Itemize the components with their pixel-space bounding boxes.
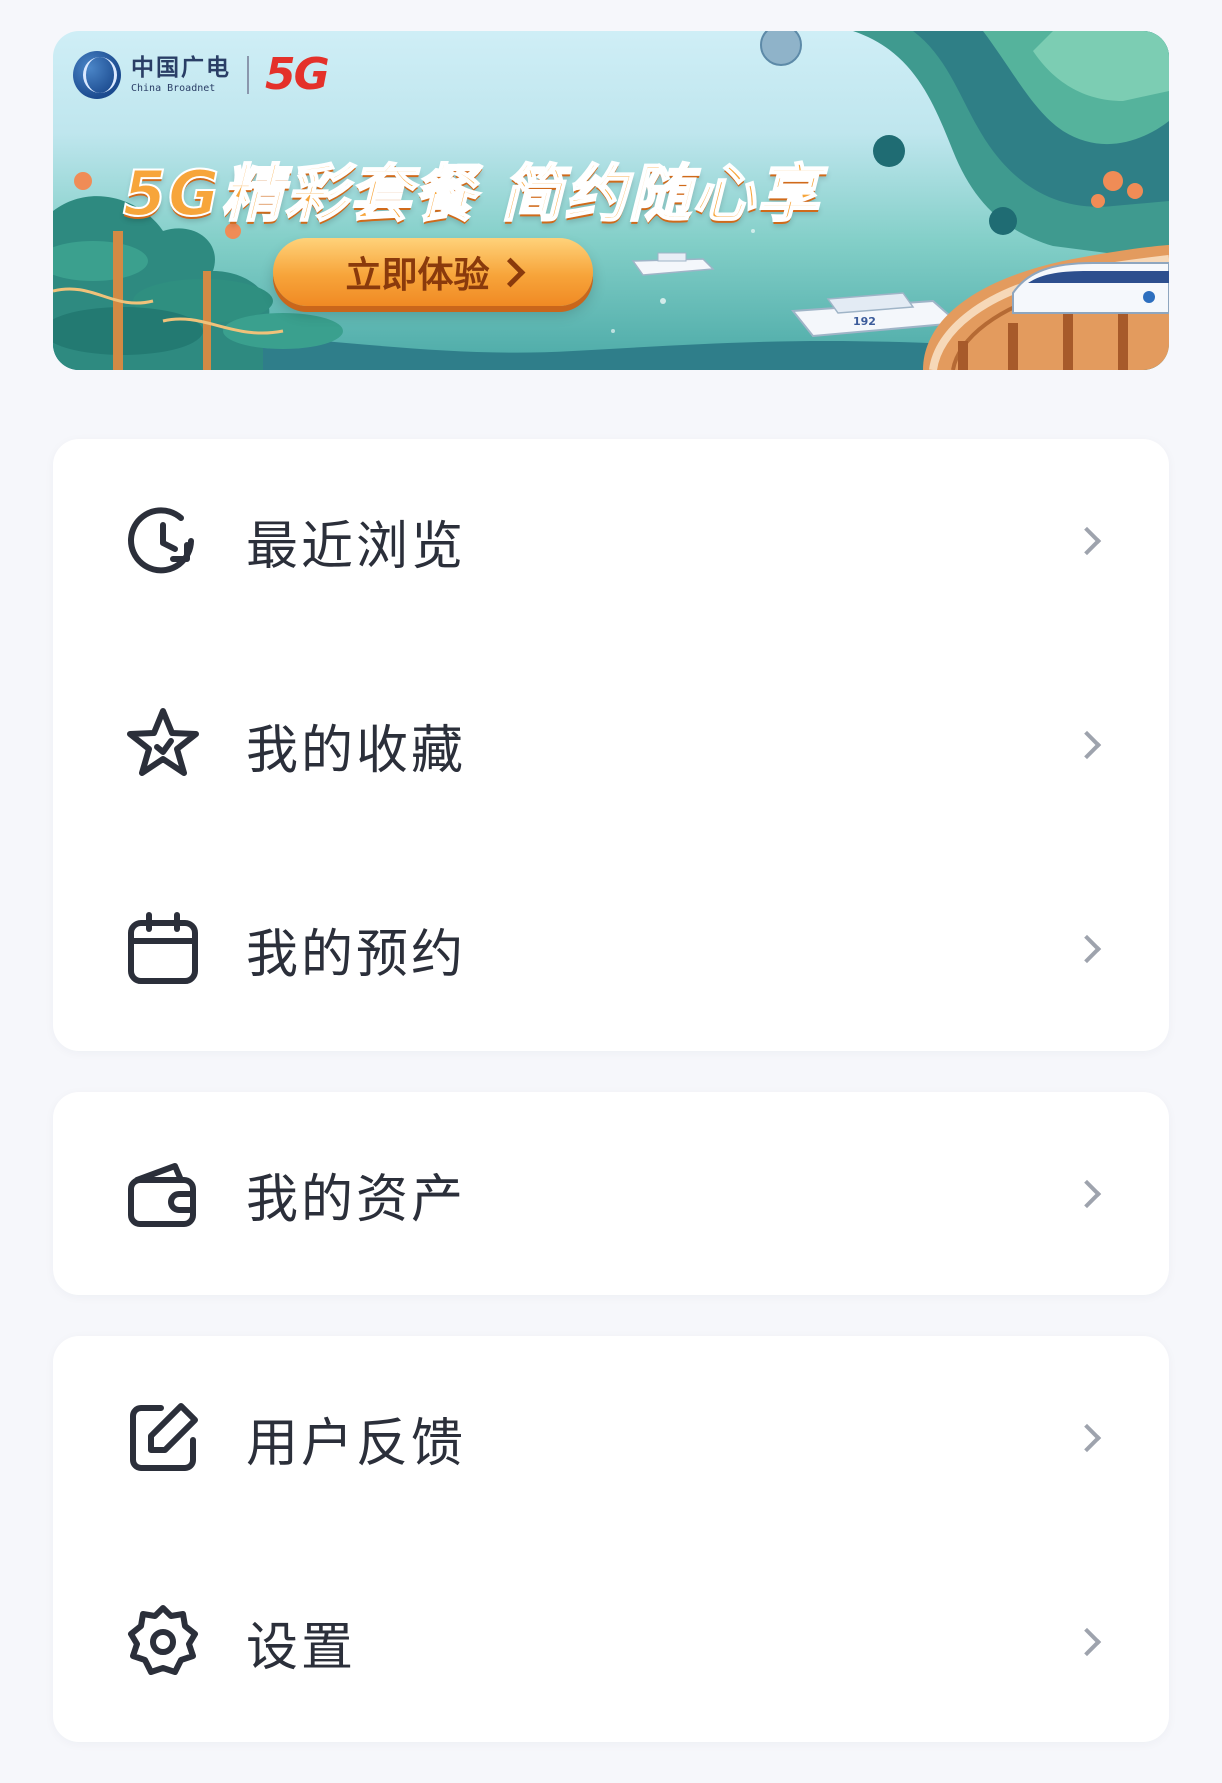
banner-slogan: 5G精彩套餐 简约随心享 (122, 156, 821, 231)
menu-item-reservations[interactable]: 我的预约 (53, 847, 1169, 1051)
try-now-button[interactable]: 立即体验 (273, 238, 593, 306)
gear-icon (123, 1602, 203, 1682)
menu-item-assets[interactable]: 我的资产 (53, 1092, 1169, 1296)
menu-item-recent-browse[interactable]: 最近浏览 (53, 439, 1169, 643)
brand-divider (247, 56, 249, 94)
menu-item-label: 我的收藏 (246, 720, 467, 781)
menu-item-settings[interactable]: 设置 (53, 1540, 1169, 1744)
try-now-label: 立即体验 (345, 254, 490, 295)
chevron-right-icon (1072, 934, 1102, 964)
star-icon (123, 705, 203, 785)
chevron-right-icon (1072, 1627, 1102, 1657)
menu-card-activity: 最近浏览 我的收藏 我的预约 (53, 439, 1169, 1051)
chevron-right-icon (1072, 730, 1102, 760)
brand-name-cn: 中国广电 (131, 54, 231, 81)
brand-name-en: China Broadnet (131, 82, 216, 94)
menu-item-label: 用户反馈 (246, 1413, 467, 1474)
chevron-right-icon (1072, 526, 1102, 556)
chevron-right-icon (1072, 1179, 1102, 1209)
wallet-icon (123, 1154, 203, 1234)
menu-item-label: 最近浏览 (246, 516, 467, 577)
calendar-icon (123, 909, 203, 989)
edit-icon (123, 1398, 203, 1478)
china-broadnet-logo-icon (73, 51, 121, 99)
brand-lockup: 中国广电 China Broadnet 5G (73, 49, 330, 100)
history-clock-icon (123, 501, 203, 581)
chevron-right-icon (495, 257, 525, 287)
boat-number: 192 (853, 315, 876, 328)
chevron-right-icon (1072, 1423, 1102, 1453)
menu-card-assets: 我的资产 (53, 1092, 1169, 1295)
menu-card-support: 用户反馈 设置 (53, 1336, 1169, 1742)
menu-item-label: 我的资产 (246, 1169, 467, 1230)
brand-5g-mark: 5G (265, 49, 330, 100)
menu-item-favorites[interactable]: 我的收藏 (53, 643, 1169, 847)
menu-item-label: 设置 (246, 1617, 357, 1678)
promo-banner[interactable]: 192 中国广电 China Broadnet 5G 5G精彩套餐 简约随心享 … (53, 31, 1169, 370)
menu-item-feedback[interactable]: 用户反馈 (53, 1336, 1169, 1540)
menu-item-label: 我的预约 (246, 924, 467, 985)
